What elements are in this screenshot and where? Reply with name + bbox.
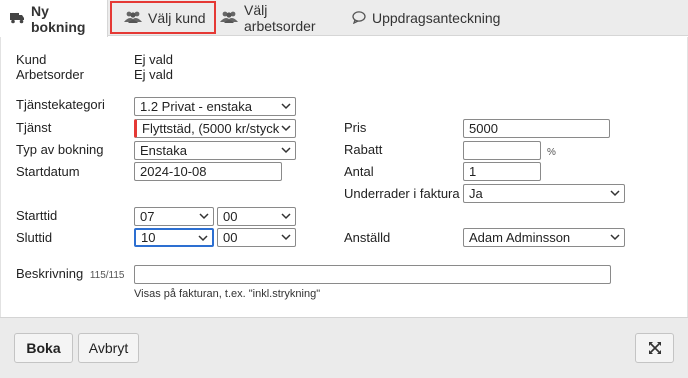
customer-value: Ej vald xyxy=(134,52,174,67)
tab-uppdragsanteckning[interactable]: Uppdragsanteckning xyxy=(352,0,500,36)
chevron-down-icon xyxy=(281,234,291,241)
start-date-input[interactable]: 2024-10-08 xyxy=(134,162,282,181)
quantity-input[interactable]: 1 xyxy=(463,162,541,181)
service-select[interactable]: Flyttstäd, (5000 kr/styck xyxy=(134,119,296,138)
speech-bubble-icon xyxy=(352,10,366,26)
booking-form: Kund Ej vald Arbetsorder Ej vald Tjänste… xyxy=(0,37,688,317)
service-category-select[interactable]: 1.2 Privat - enstaka xyxy=(134,97,296,116)
workorder-label: Arbetsorder xyxy=(16,67,84,82)
book-button[interactable]: Boka xyxy=(14,333,73,363)
tab-ny-bokning-label: Ny bokning xyxy=(31,2,86,35)
service-category-value: 1.2 Privat - enstaka xyxy=(140,99,252,114)
booking-type-value: Enstaka xyxy=(140,143,187,158)
start-date-label: Startdatum xyxy=(16,164,80,179)
tab-valj-kund[interactable]: Välj kund xyxy=(110,1,216,34)
description-label-text: Beskrivning xyxy=(16,266,84,281)
price-value: 5000 xyxy=(469,121,498,136)
service-label: Tjänst xyxy=(16,120,52,135)
price-input[interactable]: 5000 xyxy=(463,119,610,138)
chevron-down-icon xyxy=(610,190,620,197)
start-minute-value: 00 xyxy=(223,209,238,224)
tab-bar: Ny bokning Välj kund Välj arbetsorder Up… xyxy=(0,0,688,37)
booking-type-select[interactable]: Enstaka xyxy=(134,141,296,160)
description-input[interactable] xyxy=(134,265,611,284)
tab-valj-kund-label: Välj kund xyxy=(148,9,206,26)
price-label: Pris xyxy=(344,120,367,135)
quantity-label: Antal xyxy=(344,164,374,179)
start-hour-select[interactable]: 07 xyxy=(134,207,214,226)
customer-label: Kund xyxy=(16,52,47,67)
subrows-label: Underrader i faktura xyxy=(344,186,460,201)
truck-icon xyxy=(10,12,25,26)
chevron-down-icon xyxy=(281,125,291,132)
end-hour-value: 10 xyxy=(141,230,156,245)
service-value: Flyttstäd, (5000 kr/styck xyxy=(142,121,280,136)
start-minute-select[interactable]: 00 xyxy=(217,207,296,226)
service-category-label: Tjänstekategori xyxy=(16,97,105,112)
booking-type-label: Typ av bokning xyxy=(16,142,104,157)
start-time-label: Starttid xyxy=(16,208,58,223)
end-minute-select[interactable]: 00 xyxy=(217,228,296,247)
tab-valj-arbetsorder[interactable]: Välj arbetsorder xyxy=(220,0,342,36)
expand-icon xyxy=(648,342,661,354)
subrows-select[interactable]: Ja xyxy=(463,184,625,203)
tab-valj-arbetsorder-label: Välj arbetsorder xyxy=(244,2,316,34)
expand-button[interactable] xyxy=(635,333,674,363)
employee-value: Adam Adminsson xyxy=(469,230,571,245)
footer-bar: Boka Avbryt xyxy=(0,317,688,378)
employee-label: Anställd xyxy=(344,230,391,245)
end-hour-select[interactable]: 10 xyxy=(134,228,214,247)
start-date-value: 2024-10-08 xyxy=(140,164,207,179)
description-label: Beskrivning 115/115 xyxy=(16,266,125,281)
discount-unit: % xyxy=(547,147,556,158)
workorder-value: Ej vald xyxy=(134,67,174,82)
chevron-down-icon xyxy=(281,103,291,110)
description-hint: Visas på fakturan, t.ex. "inkl.strykning… xyxy=(134,288,321,300)
description-counter: 115/115 xyxy=(89,270,125,281)
cancel-button[interactable]: Avbryt xyxy=(78,333,139,363)
chevron-down-icon xyxy=(281,213,291,220)
chevron-down-icon xyxy=(198,235,208,242)
users-icon xyxy=(124,11,142,25)
end-time-label: Sluttid xyxy=(16,230,53,245)
start-hour-value: 07 xyxy=(140,209,155,224)
chevron-down-icon xyxy=(610,234,620,241)
quantity-value: 1 xyxy=(469,164,477,179)
chevron-down-icon xyxy=(199,213,209,220)
tab-uppdragsanteckning-label: Uppdragsanteckning xyxy=(372,10,501,26)
subrows-value: Ja xyxy=(469,186,483,201)
users-icon xyxy=(220,11,238,25)
discount-label: Rabatt xyxy=(344,142,383,157)
end-minute-value: 00 xyxy=(223,230,238,245)
employee-select[interactable]: Adam Adminsson xyxy=(463,228,625,247)
chevron-down-icon xyxy=(281,147,291,154)
discount-input[interactable] xyxy=(463,141,541,160)
tab-ny-bokning[interactable]: Ny bokning xyxy=(0,0,108,37)
